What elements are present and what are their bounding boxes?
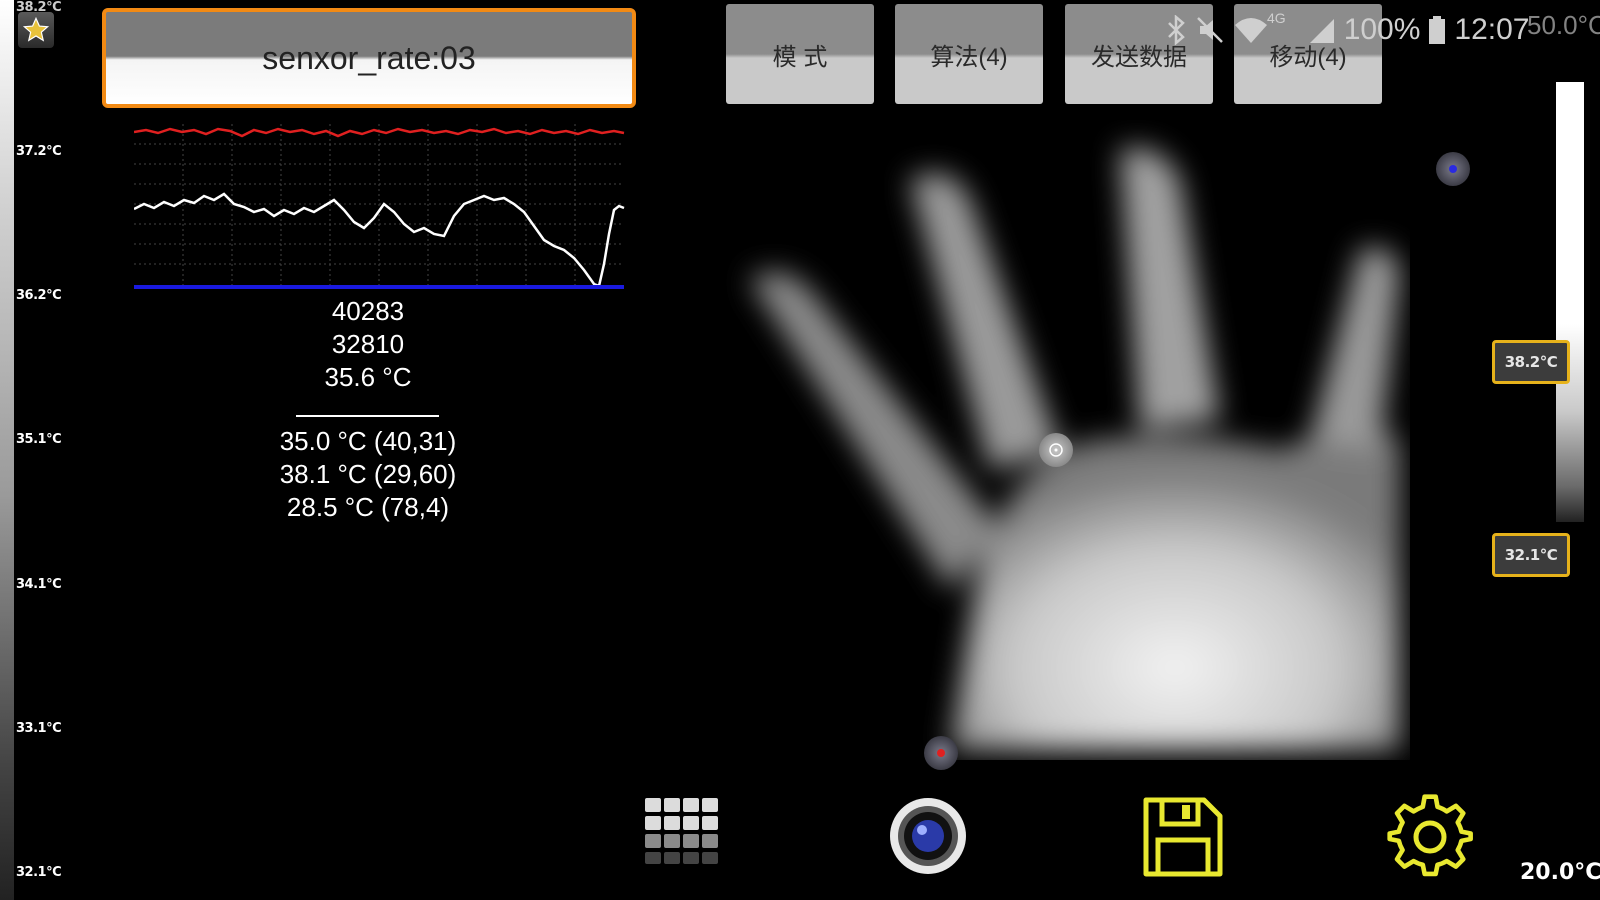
low-temp-tag[interactable]: 32.1°C: [1492, 533, 1570, 577]
crosshair-icon: [1049, 443, 1063, 457]
right-color-palette: [1556, 82, 1584, 522]
readings-divider: [296, 415, 439, 417]
reading-point-2: 38.1 °C (29,60): [279, 459, 457, 489]
reading-point-3: 28.5 °C (78,4): [286, 492, 450, 522]
max-point-marker[interactable]: [1436, 152, 1470, 186]
hand-heat-signature: [750, 148, 1400, 750]
target-dot-icon: [937, 749, 945, 757]
scale-label-4: 34.1°C: [16, 577, 62, 592]
algorithm-button-label: 算法(4): [930, 43, 1008, 71]
sensor-rate-label: senxor_rate:03: [262, 39, 476, 76]
max-temp-overlay: 50.0°C: [1527, 10, 1600, 40]
battery-icon: [1429, 16, 1446, 44]
left-color-scale: [0, 0, 14, 900]
scale-label-3: 35.1°C: [16, 432, 62, 447]
grid-icon[interactable]: [643, 796, 719, 868]
star-icon: [22, 16, 50, 42]
high-temp-value: 38.2°C: [1504, 353, 1558, 371]
signal-icon: [1309, 19, 1334, 43]
ambient-temperature: 20.0°C: [1520, 860, 1600, 885]
mode-button-label: 模 式: [772, 43, 828, 71]
gear-icon[interactable]: [1386, 793, 1474, 881]
save-icon[interactable]: [1142, 796, 1224, 878]
reading-center-temp: 35.6 °C: [324, 362, 412, 392]
sensor-rate-button[interactable]: senxor_rate:03: [102, 8, 636, 108]
min-point-marker[interactable]: [924, 736, 958, 770]
low-temp-value: 32.1°C: [1504, 546, 1558, 564]
reading-point-1: 35.0 °C (40,31): [279, 426, 457, 456]
clock-time: 12:07: [1454, 13, 1530, 46]
favorite-button[interactable]: [18, 12, 54, 48]
scale-label-1: 37.2°C: [16, 144, 62, 159]
scale-label-5: 33.1°C: [16, 721, 62, 736]
reading-line-2: 32810: [331, 329, 405, 359]
scale-label-2: 36.2°C: [16, 288, 62, 303]
temperature-trend-graph: [134, 124, 625, 289]
network-type: 4G: [1267, 10, 1286, 26]
camera-icon[interactable]: [888, 796, 968, 876]
scale-label-6: 32.1°C: [16, 865, 62, 880]
high-temp-tag[interactable]: 38.2°C: [1492, 340, 1570, 384]
reading-line-1: 40283: [331, 296, 405, 326]
bluetooth-icon: [1168, 15, 1185, 45]
mute-icon: [1197, 17, 1223, 43]
battery-percent: 100%: [1343, 13, 1421, 46]
target-dot-icon: [1449, 165, 1457, 173]
center-point-marker[interactable]: [1039, 433, 1073, 467]
algorithm-button[interactable]: 算法(4): [895, 4, 1043, 104]
mode-button[interactable]: 模 式: [726, 4, 874, 104]
